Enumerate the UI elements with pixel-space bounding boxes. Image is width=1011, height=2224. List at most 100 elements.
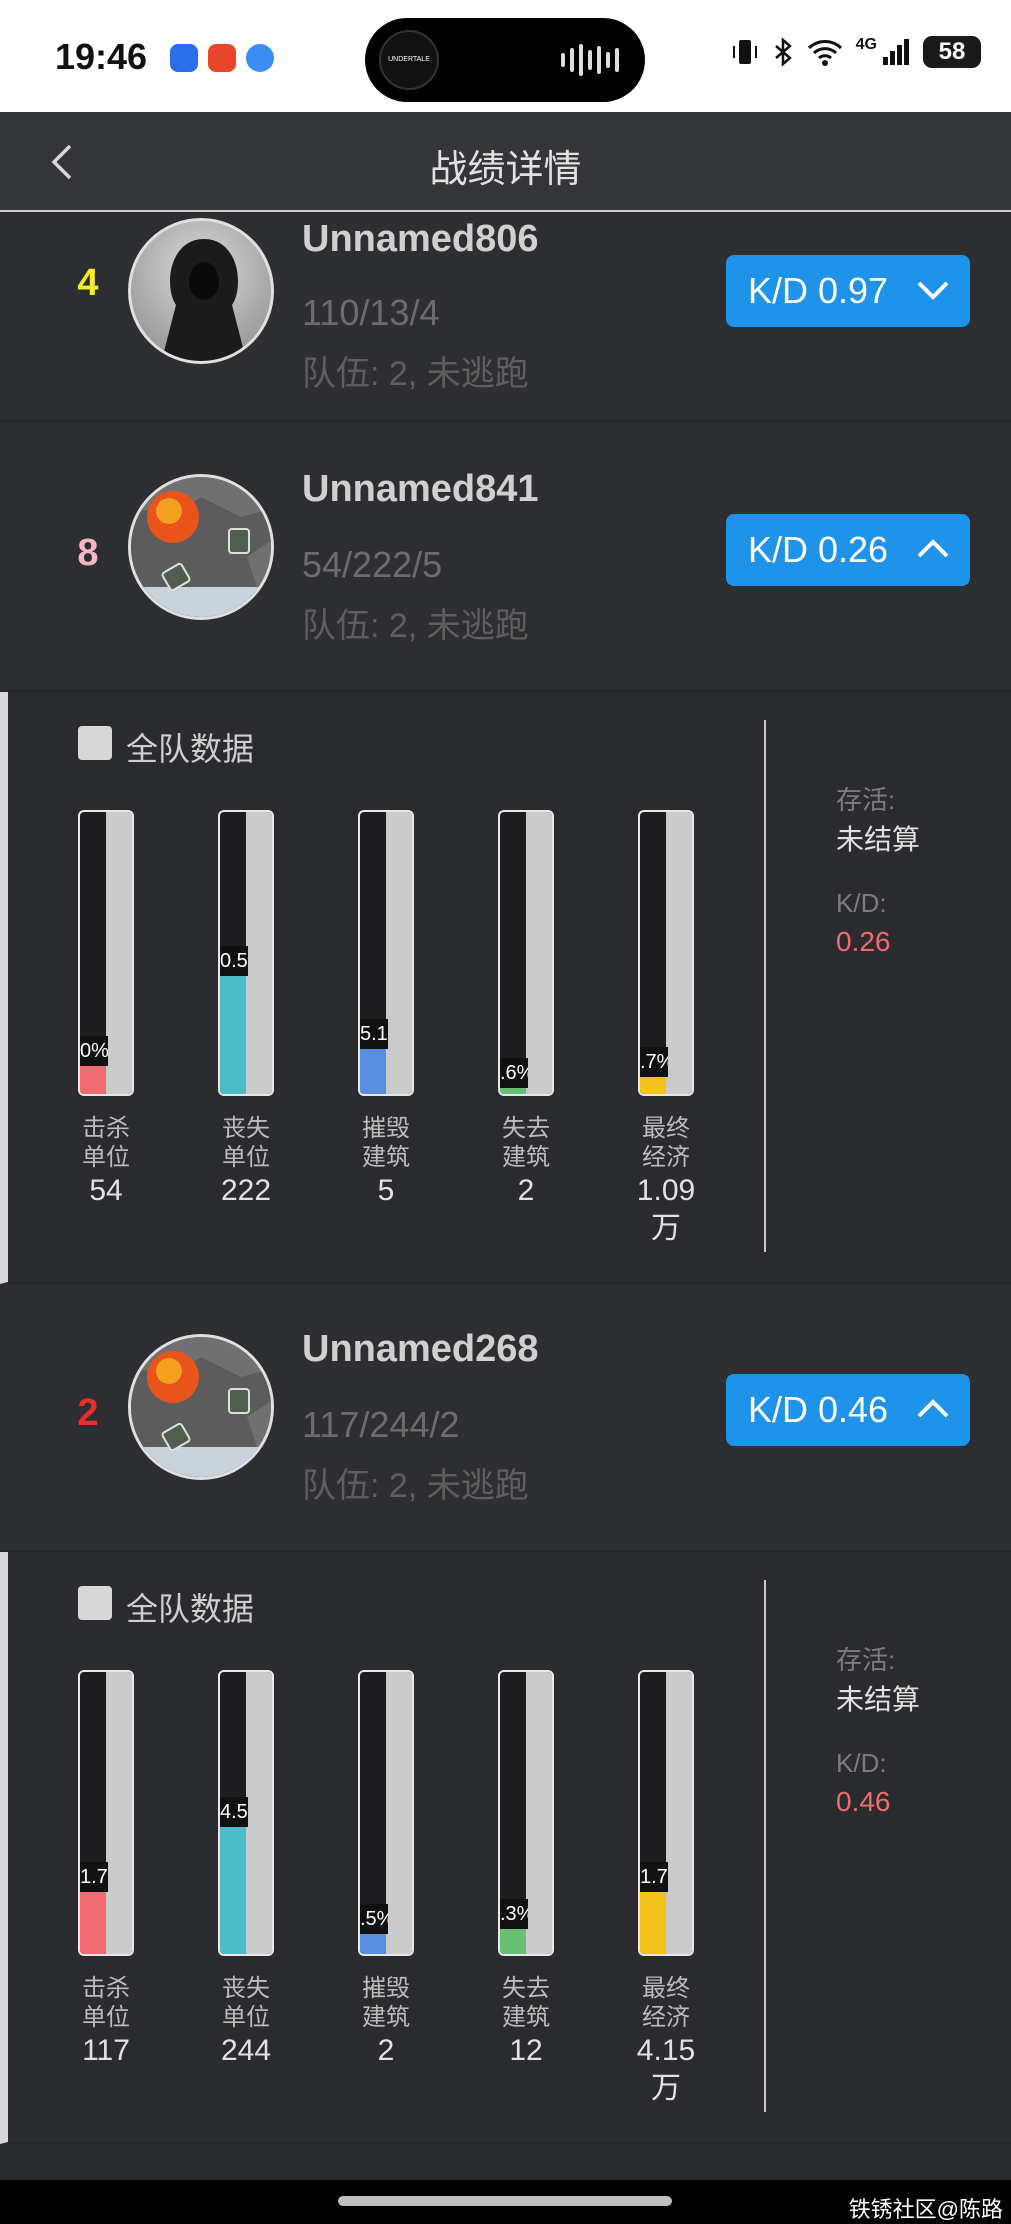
player-team: 队伍: 2, 未逃跑 xyxy=(302,607,529,645)
stat-label: 击杀 单位 xyxy=(82,1975,130,2031)
stat-value: 12 xyxy=(509,2034,543,2067)
stat-bar-percent: 0.5 xyxy=(220,946,248,976)
stat-value: 2 xyxy=(517,1174,535,1207)
dynamic-island[interactable]: UNDERTALE xyxy=(365,18,645,102)
kd-value: 0.26 xyxy=(836,926,891,957)
player-team: 队伍: 2, 未逃跑 xyxy=(302,1467,529,1505)
bluetooth-icon xyxy=(774,37,792,67)
match-detail-list[interactable]: 4 Unnamed806 110/13/4 队伍: 2, 未逃跑 K/D 0.9… xyxy=(0,214,1011,2180)
stat-bar-percent: 1.7 xyxy=(80,1862,108,1892)
stat-value: 4.15 万 xyxy=(636,2034,696,2105)
stat-bar-buildings-lost: .6% xyxy=(498,810,554,1096)
survive-value: 未结算 xyxy=(836,824,921,855)
stat-bar-kills: 1.7 xyxy=(78,1670,134,1956)
hooded-figure-icon xyxy=(161,239,247,361)
team-detail-panel: 全队数据 0% 0.5 5.1 .6% .7% 击杀单位 丧失单位 摧毁建筑 失… xyxy=(0,692,1011,1284)
team-detail-panel: 全队数据 1.7 4.5 .5% .3% 1.7 击杀单位 丧失单位 摧毁建筑 … xyxy=(0,1552,1011,2144)
stat-label: 摧毁 建筑 xyxy=(362,1115,410,1171)
kd-toggle-button[interactable]: K/D 0.26 xyxy=(726,514,970,586)
team-data-label: 全队数据 xyxy=(126,1591,255,1627)
stat-value: 244 xyxy=(220,2034,272,2067)
player-kda: 54/222/5 xyxy=(302,544,443,585)
stat-bar-percent: .5% xyxy=(360,1904,388,1934)
stat-bar-buildings-lost: .3% xyxy=(498,1670,554,1956)
game-app-icon xyxy=(208,44,236,72)
player-team: 队伍: 2, 未逃跑 xyxy=(302,355,529,393)
music-album-icon: UNDERTALE xyxy=(379,30,439,90)
stat-label: 丧失 单位 xyxy=(222,1975,270,2031)
kd-toggle-button[interactable]: K/D 0.97 xyxy=(726,255,970,327)
player-row[interactable]: 2 Unnamed268 117/244/2 队伍: 2, 未逃跑 K/D 0.… xyxy=(0,1284,1011,1552)
stat-label: 最终 经济 xyxy=(642,1115,690,1171)
stat-bar-final-economy: 1.7 xyxy=(638,1670,694,1956)
stat-label: 失去 建筑 xyxy=(502,1115,550,1171)
panel-divider xyxy=(764,1580,766,2112)
stat-label: 丧失 单位 xyxy=(222,1115,270,1171)
stat-value: 222 xyxy=(220,1174,272,1207)
kd-label: K/D: xyxy=(836,1748,887,1778)
stat-label: 最终 经济 xyxy=(642,1975,690,2031)
kd-toggle-label: K/D 0.46 xyxy=(748,1389,889,1430)
status-bar: 19:46 UNDERTALE 4G 58 xyxy=(0,0,1011,112)
stat-bar-percent: 4.5 xyxy=(220,1797,248,1827)
stat-value: 5 xyxy=(377,1174,395,1207)
stat-bar-percent: 5.1 xyxy=(360,1019,388,1049)
chevron-up-icon xyxy=(917,1399,949,1418)
kd-value: 0.46 xyxy=(836,1786,891,1817)
audio-wave-icon xyxy=(561,44,619,76)
team-data-checkbox[interactable] xyxy=(78,1586,112,1620)
game-map-icon xyxy=(131,1337,271,1477)
stat-value: 2 xyxy=(377,2034,395,2067)
player-row[interactable]: 8 Unnamed841 54/222/5 队伍: 2, 未逃跑 K/D 0.2… xyxy=(0,424,1011,692)
player-name: Unnamed268 xyxy=(302,1328,539,1370)
stat-bar-buildings-destroyed: 5.1 xyxy=(358,810,414,1096)
game-map-icon xyxy=(131,477,271,617)
stat-bar-units-lost: 0.5 xyxy=(218,810,274,1096)
player-name: Unnamed841 xyxy=(302,468,539,510)
battery-icon: 58 xyxy=(923,36,981,68)
kd-label: K/D: xyxy=(836,888,887,918)
network-type: 4G xyxy=(855,36,877,53)
status-time: 19:46 xyxy=(55,36,148,77)
system-nav-bar: 铁锈社区@陈路 xyxy=(0,2180,1011,2224)
browser-app-icon xyxy=(246,44,274,72)
player-rank: 8 xyxy=(77,532,99,574)
baidu-app-icon xyxy=(170,44,198,72)
stat-value: 117 xyxy=(82,2034,130,2067)
vibrate-icon xyxy=(732,40,757,64)
stat-bar-percent: 0% xyxy=(80,1036,108,1066)
app-header: 战绩详情 xyxy=(0,112,1011,212)
stat-bar-final-economy: .7% xyxy=(638,810,694,1096)
panel-divider xyxy=(764,720,766,1252)
kd-toggle-button[interactable]: K/D 0.46 xyxy=(726,1374,970,1446)
stat-label: 失去 建筑 xyxy=(502,1975,550,2031)
stat-bar-kills: 0% xyxy=(78,810,134,1096)
player-name: Unnamed806 xyxy=(302,218,539,260)
stat-label: 摧毁 建筑 xyxy=(362,1975,410,2031)
page-title: 战绩详情 xyxy=(429,149,582,191)
stat-bar-percent: 1.7 xyxy=(640,1862,668,1892)
player-avatar[interactable] xyxy=(128,218,274,364)
player-row[interactable]: 4 Unnamed806 110/13/4 队伍: 2, 未逃跑 K/D 0.9… xyxy=(0,214,1011,422)
survive-value: 未结算 xyxy=(836,1684,921,1715)
stat-label: 击杀 单位 xyxy=(82,1115,130,1171)
stat-bar-units-lost: 4.5 xyxy=(218,1670,274,1956)
player-kda: 117/244/2 xyxy=(302,1404,460,1445)
survive-label: 存活: xyxy=(836,1645,896,1675)
player-avatar[interactable] xyxy=(128,474,274,620)
kd-toggle-label: K/D 0.26 xyxy=(748,529,889,570)
team-data-checkbox[interactable] xyxy=(78,726,112,760)
stat-bar-percent: .3% xyxy=(500,1899,528,1929)
survive-label: 存活: xyxy=(836,785,896,815)
player-avatar[interactable] xyxy=(128,1334,274,1480)
stat-value: 1.09 万 xyxy=(636,1174,696,1245)
team-data-label: 全队数据 xyxy=(126,731,255,767)
chevron-up-icon xyxy=(917,539,949,558)
stat-bar-percent: .7% xyxy=(640,1047,668,1077)
home-indicator[interactable] xyxy=(338,2196,672,2206)
signal-icon xyxy=(883,39,909,65)
wifi-icon xyxy=(807,40,842,66)
player-kda: 110/13/4 xyxy=(302,292,440,333)
player-rank: 2 xyxy=(77,1392,99,1434)
stat-bar-buildings-destroyed: .5% xyxy=(358,1670,414,1956)
